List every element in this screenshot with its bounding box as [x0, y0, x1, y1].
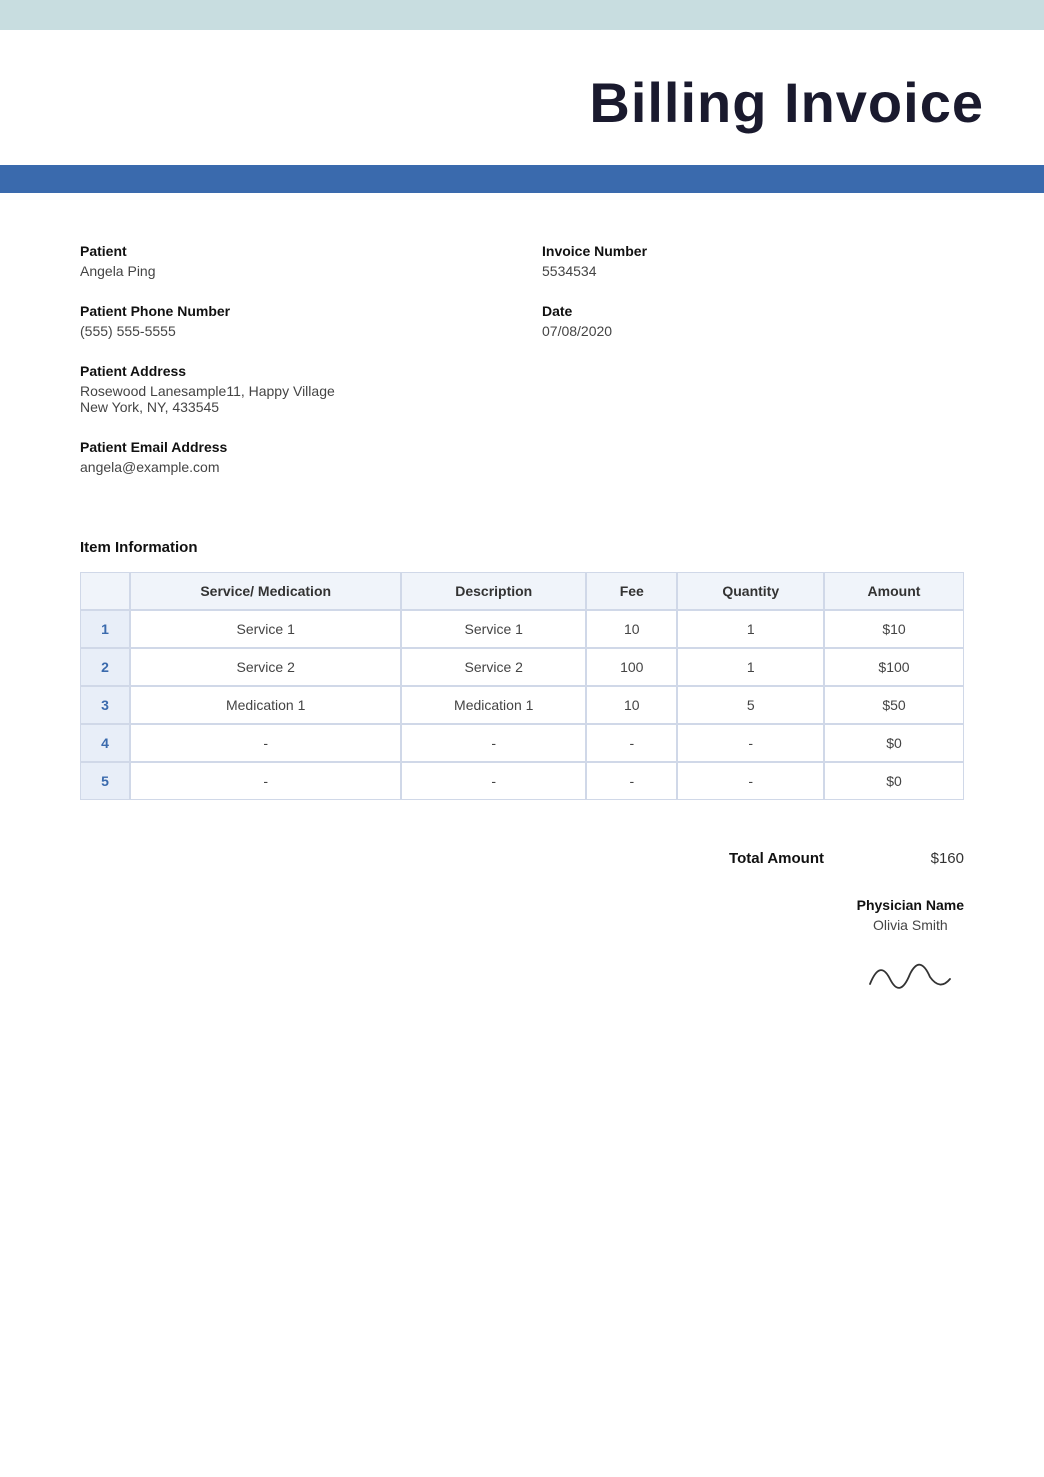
- col-header-amount: Amount: [824, 572, 964, 610]
- total-section: Total Amount $160: [0, 820, 1044, 877]
- table-row: 2 Service 2 Service 2 100 1 $100: [80, 648, 964, 686]
- row-quantity: 1: [677, 648, 824, 686]
- invoice-number-value: 5534534: [542, 263, 964, 279]
- row-amount: $100: [824, 648, 964, 686]
- table-row: 5 - - - - $0: [80, 762, 964, 800]
- total-amount-value: $160: [904, 850, 964, 867]
- items-table-container: Service/ Medication Description Fee Quan…: [80, 572, 964, 800]
- invoice-title: Billing Invoice: [589, 70, 984, 135]
- title-section: Billing Invoice: [0, 30, 1044, 165]
- patient-email-label: Patient Email Address: [80, 439, 502, 455]
- row-description: -: [401, 762, 586, 800]
- patient-email-block: Patient Email Address angela@example.com: [80, 439, 502, 475]
- table-header-row: Service/ Medication Description Fee Quan…: [80, 572, 964, 610]
- row-fee: 10: [586, 610, 677, 648]
- table-row: 3 Medication 1 Medication 1 10 5 $50: [80, 686, 964, 724]
- patient-name-block: Patient Angela Ping: [80, 243, 502, 279]
- item-info-title: Item Information: [80, 539, 964, 556]
- row-fee: 10: [586, 686, 677, 724]
- row-amount: $50: [824, 686, 964, 724]
- patient-name-value: Angela Ping: [80, 263, 502, 279]
- items-table: Service/ Medication Description Fee Quan…: [80, 572, 964, 800]
- physician-label: Physician Name: [857, 897, 964, 913]
- patient-label: Patient: [80, 243, 502, 259]
- col-header-description: Description: [401, 572, 586, 610]
- patient-phone-block: Patient Phone Number (555) 555-5555: [80, 303, 502, 339]
- row-amount: $0: [824, 762, 964, 800]
- row-num-cell: 1: [80, 610, 130, 648]
- total-amount-label: Total Amount: [729, 850, 824, 867]
- header-top-band: [0, 0, 1044, 30]
- row-description: -: [401, 724, 586, 762]
- row-fee: -: [586, 762, 677, 800]
- signature-area: [857, 949, 964, 1004]
- row-quantity: -: [677, 724, 824, 762]
- row-service: Medication 1: [130, 686, 401, 724]
- row-service: Service 2: [130, 648, 401, 686]
- signature-icon: [860, 949, 960, 999]
- table-row: 1 Service 1 Service 1 10 1 $10: [80, 610, 964, 648]
- row-fee: -: [586, 724, 677, 762]
- patient-address-line2: New York, NY, 433545: [80, 399, 502, 415]
- patient-address-label: Patient Address: [80, 363, 502, 379]
- row-quantity: -: [677, 762, 824, 800]
- table-row: 4 - - - - $0: [80, 724, 964, 762]
- patient-phone-label: Patient Phone Number: [80, 303, 502, 319]
- item-info-section: Item Information Service/ Medication Des…: [0, 529, 1044, 820]
- patient-address-block: Patient Address Rosewood Lanesample11, H…: [80, 363, 502, 415]
- row-amount: $10: [824, 610, 964, 648]
- row-amount: $0: [824, 724, 964, 762]
- patient-email-value: angela@example.com: [80, 459, 502, 475]
- row-service: Service 1: [130, 610, 401, 648]
- patient-phone-value: (555) 555-5555: [80, 323, 502, 339]
- row-service: -: [130, 724, 401, 762]
- row-num-cell: 2: [80, 648, 130, 686]
- patient-info-left: Patient Angela Ping Patient Phone Number…: [80, 243, 502, 499]
- col-header-service: Service/ Medication: [130, 572, 401, 610]
- row-description: Medication 1: [401, 686, 586, 724]
- physician-info-block: Physician Name Olivia Smith: [857, 897, 964, 1004]
- physician-name-value: Olivia Smith: [857, 917, 964, 933]
- invoice-date-block: Date 07/08/2020: [542, 303, 964, 339]
- physician-section: Physician Name Olivia Smith: [0, 877, 1044, 1014]
- col-header-num: [80, 572, 130, 610]
- invoice-number-block: Invoice Number 5534534: [542, 243, 964, 279]
- row-description: Service 1: [401, 610, 586, 648]
- col-header-fee: Fee: [586, 572, 677, 610]
- row-service: -: [130, 762, 401, 800]
- invoice-number-label: Invoice Number: [542, 243, 964, 259]
- invoice-info-right: Invoice Number 5534534 Date 07/08/2020: [542, 243, 964, 499]
- col-header-quantity: Quantity: [677, 572, 824, 610]
- row-description: Service 2: [401, 648, 586, 686]
- blue-divider-bar: [0, 165, 1044, 193]
- row-num-cell: 3: [80, 686, 130, 724]
- patient-address-line1: Rosewood Lanesample11, Happy Village: [80, 383, 502, 399]
- row-fee: 100: [586, 648, 677, 686]
- invoice-date-value: 07/08/2020: [542, 323, 964, 339]
- row-num-cell: 4: [80, 724, 130, 762]
- info-section: Patient Angela Ping Patient Phone Number…: [0, 223, 1044, 529]
- row-quantity: 5: [677, 686, 824, 724]
- invoice-date-label: Date: [542, 303, 964, 319]
- row-quantity: 1: [677, 610, 824, 648]
- row-num-cell: 5: [80, 762, 130, 800]
